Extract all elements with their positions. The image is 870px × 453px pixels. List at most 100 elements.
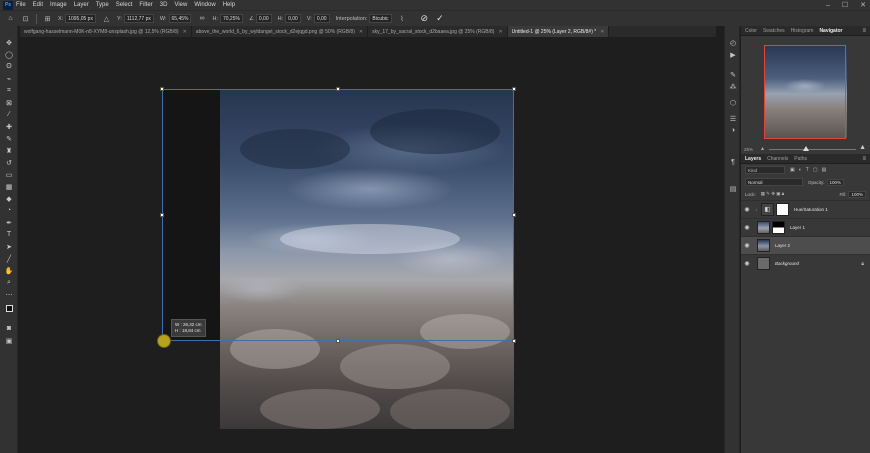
home-icon[interactable]: ⌂ xyxy=(6,14,15,23)
lock-icons[interactable]: ▦ ✎ ✥ ▣ 🔒︎ xyxy=(761,191,784,197)
adjustment-filter-icon[interactable]: ◐ xyxy=(799,167,802,173)
tab-navigator[interactable]: Navigator xyxy=(819,28,842,34)
cancel-transform-icon[interactable]: ⊘ xyxy=(421,13,429,24)
hand-tool-icon[interactable]: ✋ xyxy=(4,266,14,275)
tab-document-4[interactable]: Untitled-1 @ 25% (Layer 2, RGB/8#) * ✕ xyxy=(507,26,610,37)
transform-handle-top-left[interactable] xyxy=(160,87,164,91)
brush-tool-icon[interactable]: ✎ xyxy=(4,134,14,143)
gradient-tool-icon[interactable]: ▦ xyxy=(4,182,14,191)
layer-name[interactable]: Layer 2 xyxy=(775,243,790,248)
path-selection-tool-icon[interactable]: ➤ xyxy=(4,242,14,251)
transform-handle-top-right[interactable] xyxy=(512,87,516,91)
commit-transform-icon[interactable]: ✓ xyxy=(436,13,444,24)
brushes-panel-icon[interactable]: ✎ xyxy=(728,70,738,79)
tab-color[interactable]: Color xyxy=(745,28,757,34)
type-filter-icon[interactable]: T xyxy=(806,167,809,173)
warp-icon[interactable]: ⌇ xyxy=(398,14,407,23)
pixel-filter-icon[interactable]: ▣ xyxy=(790,167,795,173)
tab-document-1[interactable]: wolfgang-hasselmann-M0K-n8-XYM8-unsplash… xyxy=(20,26,192,37)
transform-handle-left[interactable] xyxy=(160,213,164,217)
layer-row-background[interactable]: ◉ Background 🔒︎ xyxy=(741,254,870,272)
zoom-in-icon[interactable]: ▲ xyxy=(859,144,866,151)
more-tools-icon[interactable]: ⋯ xyxy=(4,290,14,299)
type-tool-icon[interactable]: T xyxy=(4,230,14,239)
minimize-button[interactable]: – xyxy=(826,2,830,9)
angle-input[interactable]: 0,00 xyxy=(255,14,272,23)
zoom-slider-knob[interactable] xyxy=(803,146,809,151)
close-icon[interactable]: ✕ xyxy=(359,29,363,35)
clone-stamp-tool-icon[interactable]: ♜ xyxy=(4,146,14,155)
visibility-eye-icon[interactable]: ◉ xyxy=(741,260,753,267)
eraser-tool-icon[interactable]: ▭ xyxy=(4,170,14,179)
lasso-tool-icon[interactable]: ʘ xyxy=(4,62,14,71)
tab-swatches[interactable]: Swatches xyxy=(763,28,785,34)
y-input[interactable]: 1112,77 px xyxy=(123,14,154,23)
menu-filter[interactable]: Filter xyxy=(139,2,152,8)
w-input[interactable]: 65,45% xyxy=(168,14,192,23)
blur-tool-icon[interactable]: ◆ xyxy=(4,194,14,203)
panel-menu-icon[interactable]: ≡ xyxy=(862,156,866,162)
adjustments-panel-icon[interactable]: ◑ xyxy=(728,126,738,135)
zoom-value[interactable]: 25% xyxy=(744,147,753,152)
blend-mode-select[interactable]: Normal xyxy=(745,178,803,186)
layer-mask-thumbnail[interactable] xyxy=(772,221,785,234)
tab-channels[interactable]: Channels xyxy=(767,156,788,162)
zoom-tool-icon[interactable]: ⌕ xyxy=(4,278,14,287)
menu-image[interactable]: Image xyxy=(50,2,67,8)
reference-point-icon[interactable]: ⊞ xyxy=(43,14,52,23)
visibility-eye-icon[interactable]: ◉ xyxy=(741,242,753,249)
layer-row-hue-saturation[interactable]: ◉ ↓ ◧ Hue/Saturation 1 xyxy=(741,200,870,218)
layer-row-layer-1[interactable]: ◉ Layer 1 xyxy=(741,218,870,236)
layer-name[interactable]: Background xyxy=(775,261,799,266)
quick-select-tool-icon[interactable]: ⌁ xyxy=(4,74,14,83)
3d-panel-icon[interactable]: ⬡ xyxy=(728,98,738,107)
delta-icon[interactable]: △ xyxy=(102,14,111,23)
menu-help[interactable]: Help xyxy=(223,2,235,8)
tab-layers[interactable]: Layers xyxy=(745,156,761,162)
move-tool-icon[interactable]: ✥ xyxy=(4,38,14,47)
transform-handle-top[interactable] xyxy=(336,87,340,91)
x-input[interactable]: 1095,05 px xyxy=(65,14,96,23)
link-icon[interactable]: ∞ xyxy=(197,14,206,23)
transform-handle-right[interactable] xyxy=(512,213,516,217)
maximize-button[interactable]: ☐ xyxy=(842,1,848,9)
opacity-input[interactable]: 100% xyxy=(826,178,845,186)
actions-panel-icon[interactable]: ▶ xyxy=(728,50,738,59)
kind-filter-select[interactable]: Kind xyxy=(745,166,785,174)
smart-object-filter-icon[interactable]: ▤ xyxy=(822,167,827,173)
layer-name[interactable]: Layer 1 xyxy=(790,225,805,230)
zoom-slider[interactable] xyxy=(769,149,856,150)
canvas-area[interactable]: W : 26,32 cm H : 18,84 cm xyxy=(19,37,716,453)
menu-3d[interactable]: 3D xyxy=(160,2,168,8)
menu-file[interactable]: File xyxy=(16,2,26,8)
vskew-input[interactable]: 0,00 xyxy=(313,14,330,23)
properties-panel-icon[interactable]: ☰ xyxy=(728,114,738,123)
navigator-view-box[interactable] xyxy=(764,45,846,139)
fill-input[interactable]: 100% xyxy=(848,190,866,198)
layer-thumbnail[interactable] xyxy=(757,221,770,234)
layer-row-layer-2[interactable]: ◉ Layer 2 xyxy=(741,236,870,254)
menu-edit[interactable]: Edit xyxy=(33,2,43,8)
interpolation-select[interactable]: Bicubic xyxy=(369,14,392,23)
close-icon[interactable]: ✕ xyxy=(600,29,604,35)
close-window-button[interactable]: ✕ xyxy=(860,1,866,9)
tab-histogram[interactable]: Histogram xyxy=(791,28,814,34)
tab-document-3[interactable]: sky_17_by_sacral_stock_d2baaea.jpg @ 25%… xyxy=(368,26,508,37)
menu-type[interactable]: Type xyxy=(96,2,109,8)
menu-window[interactable]: Window xyxy=(194,2,215,8)
quick-mask-icon[interactable]: ◙ xyxy=(4,324,14,333)
layer-name[interactable]: Hue/Saturation 1 xyxy=(794,207,828,212)
brush-settings-icon[interactable]: ⁂ xyxy=(728,82,738,91)
history-panel-icon[interactable]: ◴ xyxy=(728,38,738,47)
menu-layer[interactable]: Layer xyxy=(74,2,89,8)
tab-paths[interactable]: Paths xyxy=(794,156,807,162)
zoom-out-icon[interactable]: ▴ xyxy=(761,145,764,152)
hskew-input[interactable]: 0,00 xyxy=(285,14,301,23)
menu-select[interactable]: Select xyxy=(116,2,133,8)
paragraph-panel-icon[interactable]: ¶ xyxy=(728,158,738,167)
layer-thumbnail[interactable] xyxy=(757,257,770,270)
panel-menu-icon[interactable]: ≡ xyxy=(862,28,866,34)
color-swatches-icon[interactable] xyxy=(4,304,14,313)
screen-mode-icon[interactable]: ▣ xyxy=(4,336,14,345)
h-input[interactable]: 70,25% xyxy=(219,14,243,23)
